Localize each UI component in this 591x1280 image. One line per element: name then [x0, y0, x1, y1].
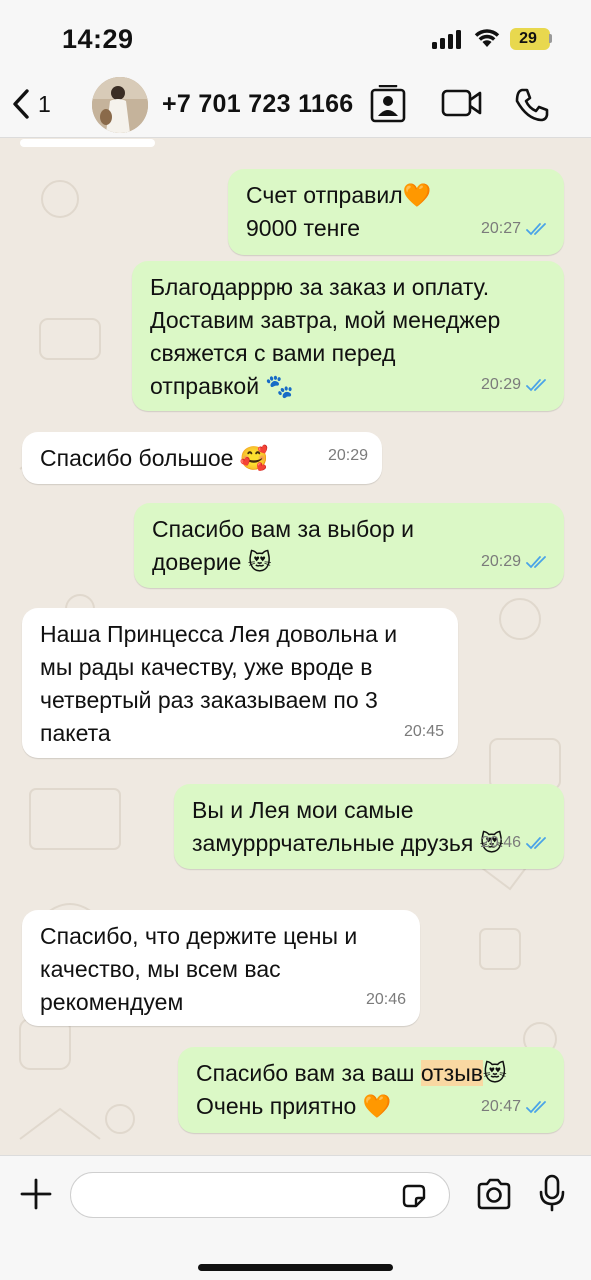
message-meta: 20:45: [404, 715, 444, 748]
message-meta: 20:27: [481, 212, 550, 245]
message-input[interactable]: [70, 1172, 450, 1218]
message-meta: 20:29: [328, 439, 368, 472]
home-indicator[interactable]: [198, 1264, 393, 1271]
message-bubble-outgoing[interactable]: Спасибо вам за выбор и доверие 😻 20:29: [134, 503, 564, 588]
message-time: 20:29: [480, 376, 521, 393]
message-bubble-incoming[interactable]: Спасибо, что держите цены и качество, мы…: [22, 910, 420, 1026]
read-double-check-icon: [526, 378, 546, 391]
message-bubble-outgoing[interactable]: Счет отправил🧡 9000 тенге 20:27: [228, 169, 564, 255]
read-double-check-icon: [526, 222, 546, 235]
video-call-icon[interactable]: [441, 88, 483, 118]
cellular-signal-icon: [432, 29, 464, 49]
status-bar: 14:29 29: [0, 0, 591, 72]
message-bubble-outgoing[interactable]: Благодарррю за заказ и оплату. Доставим …: [132, 261, 564, 411]
message-meta: 20:29: [481, 368, 550, 401]
message-time: 20:47: [480, 1098, 521, 1115]
message-bubble-incoming[interactable]: Спасибо большое 🥰 20:29: [22, 432, 382, 484]
message-bubble-outgoing[interactable]: Вы и Лея мои самые замурррчательные друз…: [174, 784, 564, 869]
contact-card-icon[interactable]: [370, 85, 406, 123]
message-text: Наша Принцесса Лея довольна и мы рады ка…: [40, 621, 398, 746]
message-time: 20:29: [480, 553, 521, 570]
message-time: 20:29: [327, 447, 368, 464]
status-time: 14:29: [62, 24, 134, 54]
message-text: Спасибо, что держите цены и качество, мы…: [40, 923, 358, 1015]
message-time: 20:27: [480, 220, 521, 237]
read-double-check-icon: [526, 1100, 546, 1113]
battery-level: 29: [519, 30, 537, 47]
message-meta: 20:46: [366, 983, 406, 1016]
highlighted-word[interactable]: отзыв: [420, 1060, 483, 1086]
message-time: 20:46: [480, 834, 521, 851]
camera-icon[interactable]: [476, 1178, 512, 1210]
message-meta: 20:29: [481, 545, 550, 578]
unread-count: 1: [38, 90, 51, 117]
chat-header: 1 +7 701 723 1166: [0, 72, 591, 138]
message-meta: 20:47: [481, 1090, 550, 1123]
message-meta: 20:46: [481, 826, 550, 859]
message-bubble-incoming[interactable]: Наша Принцесса Лея довольна и мы рады ка…: [22, 608, 458, 758]
message-time: 20:46: [365, 991, 406, 1008]
contact-name[interactable]: +7 701 723 1166: [162, 90, 354, 119]
back-button[interactable]: 1: [10, 86, 51, 122]
plus-icon[interactable]: [20, 1178, 52, 1210]
microphone-icon[interactable]: [538, 1174, 566, 1212]
read-double-check-icon: [526, 555, 546, 568]
message-time: 20:45: [403, 723, 444, 740]
message-text: Спасибо большое 🥰: [40, 445, 269, 471]
phone-icon[interactable]: [514, 87, 550, 123]
wifi-icon: [474, 29, 500, 47]
message-list[interactable]: Счет отправил🧡 9000 тенге 20:27 Благодар…: [0, 139, 591, 1155]
message-text-part: Спасибо вам за ваш: [196, 1060, 421, 1086]
contact-avatar[interactable]: [92, 77, 148, 133]
battery-nub: [549, 34, 552, 43]
message-bubble-outgoing[interactable]: Спасибо вам за ваш отзыв😻 Очень приятно …: [178, 1047, 564, 1133]
read-double-check-icon: [526, 836, 546, 849]
chevron-left-icon: [13, 89, 29, 119]
battery-icon: 29: [510, 28, 550, 50]
sticker-icon[interactable]: [400, 1182, 428, 1210]
composer-bar: [0, 1155, 591, 1280]
